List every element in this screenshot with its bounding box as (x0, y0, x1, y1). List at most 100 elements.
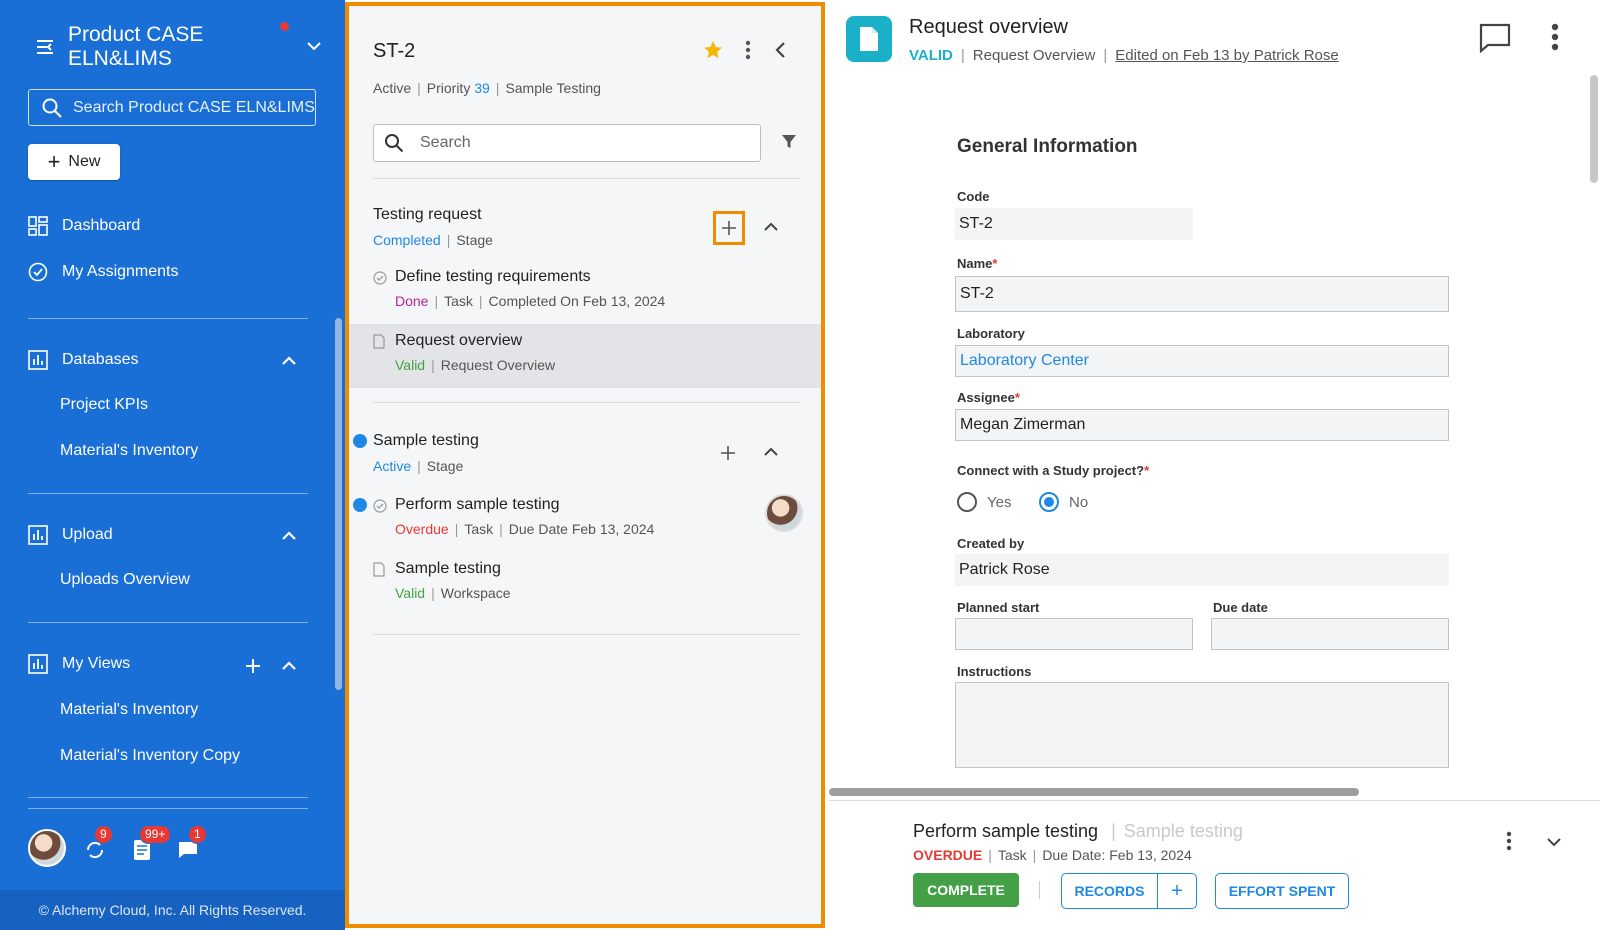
detail-status: VALID (909, 47, 953, 64)
user-avatar[interactable] (28, 829, 66, 867)
planned-start-label: Planned start (957, 600, 1040, 615)
chevron-up-icon[interactable] (279, 351, 299, 371)
task-row[interactable]: Perform sample testing Overdue | Task | Due … (373, 494, 803, 546)
name-field[interactable]: ST-2 (955, 276, 1449, 312)
nav-upload[interactable]: Upload (28, 525, 113, 545)
panel-divider (373, 402, 801, 403)
comment-icon[interactable] (1479, 23, 1511, 53)
new-button[interactable]: + New (28, 144, 120, 180)
task-row-selected[interactable]: Request overview Valid | Request Overview (373, 332, 801, 382)
document-icon (846, 16, 892, 62)
chevron-left-icon[interactable] (773, 40, 787, 60)
nav-my-assignments[interactable]: My Assignments (28, 262, 178, 282)
collapse-menu-icon[interactable] (34, 36, 56, 58)
nav-uploads-overview[interactable]: Uploads Overview (60, 571, 190, 589)
task-status: Done (395, 293, 429, 309)
edited-link[interactable]: Edited on Feb 13 by Patrick Rose (1115, 47, 1338, 64)
task-extra: Due Date Feb 13, 2024 (508, 521, 655, 537)
task-name: Sample testing (395, 560, 501, 577)
chevron-down-icon[interactable] (1545, 833, 1563, 851)
code-field: ST-2 (955, 208, 1193, 240)
task-name: Define testing requirements (395, 268, 591, 285)
priority-label: Priority (426, 80, 471, 96)
detail-panel: Request overview VALID | Request Overview |… (829, 0, 1600, 930)
assignee-field[interactable]: Megan Zimerman (955, 409, 1449, 441)
task-kind: Task (464, 521, 494, 537)
sidebar-scrollbar[interactable] (335, 318, 342, 690)
nav-my-views[interactable]: My Views (28, 654, 130, 674)
chevron-up-icon[interactable] (762, 443, 780, 461)
stage-meta: Completed | Stage (373, 232, 493, 248)
assignee-avatar[interactable] (765, 494, 803, 532)
tasks-badge: 9 (94, 825, 113, 844)
radio-no-circle (1039, 492, 1059, 512)
active-indicator-dot (353, 498, 367, 512)
nav-project-kpis[interactable]: Project KPIs (60, 396, 148, 414)
search-icon (42, 98, 62, 118)
sidebar-bottom-toolbar: 9 99+ 1 (28, 825, 308, 867)
task-bar-name: Perform sample testing (913, 821, 1099, 841)
stage-title[interactable]: Sample testing (373, 432, 479, 450)
kebab-icon[interactable] (1506, 831, 1512, 851)
nav-dashboard[interactable]: Dashboard (28, 216, 140, 236)
task-meta: Valid | Request Overview (395, 357, 556, 373)
product-title[interactable]: Product CASE ELN&LIMS (68, 23, 258, 71)
sidebar: Product CASE ELN&LIMS Search Product CAS… (0, 0, 345, 930)
nav-view-materials-inventory-copy[interactable]: Material's Inventory Copy (60, 747, 240, 765)
chevron-up-icon[interactable] (279, 526, 299, 546)
laboratory-field[interactable]: Laboratory Center (955, 345, 1449, 377)
instructions-field[interactable] (955, 682, 1449, 768)
sidebar-divider (28, 318, 308, 319)
stage-title[interactable]: Testing request (373, 206, 482, 224)
stage-meta: Active | Stage (373, 458, 464, 474)
effort-spent-button[interactable]: EFFORT SPENT (1215, 873, 1349, 909)
task-row[interactable]: Define testing requirements Done | Task | Co… (373, 268, 801, 318)
vertical-scrollbar[interactable] (1590, 75, 1598, 183)
radio-no-label: No (1069, 493, 1089, 511)
created-by-field: Patrick Rose (955, 554, 1449, 586)
detail-type: Request Overview (972, 47, 1096, 64)
created-by-label: Created by (957, 536, 1025, 551)
panel-divider (373, 634, 801, 635)
records-button[interactable]: RECORDS (1062, 874, 1158, 908)
task-status: Valid (395, 357, 426, 373)
chevron-down-icon[interactable] (304, 36, 324, 56)
nav-materials-inventory[interactable]: Material's Inventory (60, 442, 198, 460)
task-name: Perform sample testing (395, 496, 560, 513)
connect-study-label: Connect with a Study project?* (957, 463, 1149, 478)
chevron-up-icon[interactable] (279, 656, 299, 676)
nav-databases[interactable]: Databases (28, 350, 139, 370)
add-view-plus-icon[interactable] (243, 656, 263, 676)
name-label: Name* (957, 256, 997, 271)
horizontal-scrollbar[interactable] (829, 788, 1359, 796)
workflow-search-input[interactable]: Search (373, 124, 761, 162)
task-bar-kind: Task (997, 847, 1027, 863)
task-row[interactable]: Sample testing Valid | Workspace (373, 560, 801, 610)
kebab-icon[interactable] (1551, 22, 1559, 52)
task-bar-meta: OVERDUE | Task | Due Date: Feb 13, 2024 (913, 847, 1192, 863)
task-extra: Completed On Feb 13, 2024 (488, 293, 666, 309)
complete-button[interactable]: COMPLETE (913, 873, 1019, 907)
add-task-button[interactable] (713, 211, 745, 245)
records-button-group: RECORDS + (1061, 873, 1197, 909)
nav-view-materials-inventory[interactable]: Material's Inventory (60, 701, 198, 719)
due-date-label: Due date (1213, 600, 1268, 615)
check-circle-icon (28, 262, 48, 282)
sidebar-divider (28, 797, 308, 798)
nav-my-views-label: My Views (62, 655, 131, 672)
kebab-icon[interactable] (745, 40, 751, 60)
search-icon (385, 134, 404, 153)
radio-no[interactable]: No (1039, 492, 1088, 512)
required-mark: * (1144, 463, 1150, 478)
radio-yes[interactable]: Yes (957, 492, 1011, 512)
messages-badge: 1 (188, 825, 207, 844)
planned-start-field[interactable] (955, 618, 1193, 650)
record-meta: Active | Priority 39 | Sample Testing (373, 80, 601, 96)
add-record-button[interactable]: + (1158, 874, 1196, 908)
star-icon[interactable] (703, 40, 723, 60)
filter-icon[interactable] (781, 134, 797, 150)
chevron-up-icon[interactable] (762, 218, 780, 236)
due-date-field[interactable] (1211, 618, 1449, 650)
sidebar-search-input[interactable]: Search Product CASE ELN&LIMS (28, 89, 316, 126)
plus-icon[interactable] (719, 444, 737, 462)
